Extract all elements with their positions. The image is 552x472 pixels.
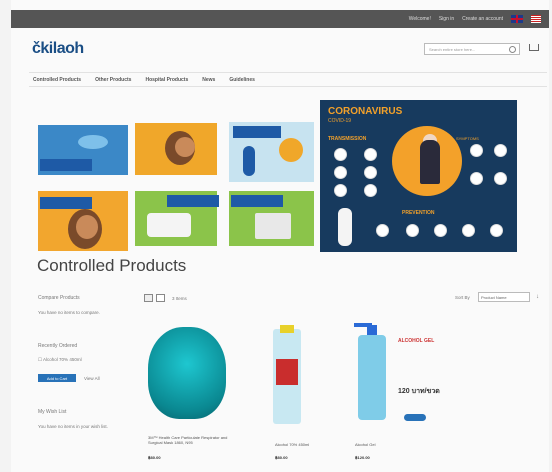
prevention-icon: [434, 224, 447, 237]
page-title: Controlled Products: [37, 256, 187, 275]
compare-title: Compare Products: [38, 295, 80, 301]
poster-transmission: TRANSMISSION: [328, 136, 367, 142]
promo-price: 120 บาท/ขวด: [398, 388, 440, 395]
germ-icon: [279, 138, 303, 162]
transmission-icon: [334, 184, 347, 197]
house-illustration: [255, 213, 291, 239]
add-to-cart-button[interactable]: Add to Cart: [38, 374, 76, 382]
panel-caption: [40, 197, 92, 209]
welcome-text: Welcome!: [408, 16, 431, 22]
panel-caption: [167, 195, 219, 207]
main-nav: Controlled Products Other Products Hospi…: [29, 72, 547, 87]
promo-title: ALCOHOL GEL: [398, 338, 435, 344]
water-illustration: [78, 135, 108, 149]
sort-label: Sort By: [455, 295, 470, 300]
product-price: ฿120.00: [355, 455, 370, 460]
transmission-icon: [364, 148, 377, 161]
sort-direction-icon[interactable]: ↓: [536, 294, 539, 300]
grid-view-icon[interactable]: [144, 294, 153, 302]
create-account-link[interactable]: Create an account: [462, 16, 503, 22]
prevention-icon: [406, 224, 419, 237]
panel-caption: [233, 126, 281, 138]
nav-item-hospital[interactable]: Hospital Products: [145, 77, 188, 83]
transmission-icon: [334, 166, 347, 179]
prevention-icon: [490, 224, 503, 237]
product-image-n95-mask[interactable]: [148, 327, 226, 419]
symptom-icon: [494, 144, 507, 157]
product-price: ฿80.00: [148, 455, 161, 460]
logo-text: čkilaoh: [32, 40, 84, 57]
hygiene-panel-hands: [38, 125, 128, 175]
hygiene-panel-home: [229, 191, 314, 246]
poster-title: CORONAVIRUS: [328, 106, 403, 117]
search-input[interactable]: Search entire store here...: [424, 43, 520, 55]
symptom-icon: [494, 172, 507, 185]
panel-caption: [231, 195, 283, 207]
prevention-icon: [462, 224, 475, 237]
cart-icon[interactable]: [529, 44, 539, 51]
thai-flag-icon[interactable]: [531, 15, 541, 23]
search-icon[interactable]: [509, 46, 516, 53]
transmission-icon: [364, 184, 377, 197]
product-name[interactable]: Alcohol 70% 450ml: [275, 442, 309, 447]
top-bar: Welcome! Sign in Create an account: [11, 10, 549, 28]
transmission-icon: [364, 166, 377, 179]
face-illustration: [175, 137, 195, 157]
transmission-icon: [334, 148, 347, 161]
compare-empty-text: You have no items to compare.: [38, 310, 100, 315]
nav-item-news[interactable]: News: [202, 77, 215, 83]
product-name[interactable]: Alcohol Gel: [355, 442, 375, 447]
symptom-icon: [470, 172, 483, 185]
sign-in-link[interactable]: Sign in: [439, 16, 454, 22]
site-logo[interactable]: čkilaoh: [32, 40, 84, 58]
coronavirus-poster[interactable]: CORONAVIRUS COVID-19 TRANSMISSION SYMPTO…: [320, 100, 517, 252]
nav-item-controlled[interactable]: Controlled Products: [33, 77, 81, 83]
view-all-link[interactable]: View All: [84, 376, 100, 381]
pump-nozzle: [354, 323, 372, 327]
symptom-icon: [470, 144, 483, 157]
hygiene-panel-face: [38, 191, 128, 251]
sick-person-icon: [420, 140, 440, 184]
recently-ordered-title: Recently Ordered: [38, 343, 78, 349]
nav-item-guidelines[interactable]: Guidelines: [229, 77, 255, 83]
wishlist-title: My Wish List: [38, 409, 67, 415]
poster-prevention: PREVENTION: [402, 210, 435, 216]
doctor-icon: [338, 208, 352, 246]
hygiene-panel-cough: [135, 123, 217, 175]
item-count: 3 Items: [172, 296, 187, 301]
list-view-icon[interactable]: [156, 294, 165, 302]
product-name[interactable]: 3M™ Health Care Particulate Respirator a…: [148, 435, 238, 445]
promo-badge: [404, 414, 426, 421]
wishlist-empty-text: You have no items in your wish list.: [38, 424, 108, 429]
face-illustration: [76, 215, 98, 239]
recently-ordered-item[interactable]: ☐ Alcohol 70% 450ml: [38, 357, 82, 363]
bottle-label: [276, 359, 298, 385]
poster-symptoms: SYMPTOMS: [456, 136, 479, 141]
hygiene-panel-clean: [135, 191, 219, 246]
ordered-item-label: Alcohol 70% 450ml: [43, 357, 82, 362]
person-illustration: [243, 146, 255, 176]
spray-illustration: [147, 213, 191, 237]
sort-select[interactable]: Product Name: [478, 292, 530, 302]
bottle-cap: [280, 325, 294, 333]
product-image-alcohol-gel[interactable]: [354, 323, 386, 420]
nav-item-other[interactable]: Other Products: [95, 77, 131, 83]
hygiene-panel-distance: [229, 122, 314, 182]
panel-caption: [40, 159, 92, 171]
poster-subtitle: COVID-19: [328, 118, 352, 124]
uk-flag-icon[interactable]: [511, 15, 523, 23]
product-image-alcohol-bottle[interactable]: [273, 325, 301, 424]
product-price: ฿80.00: [275, 455, 288, 460]
prevention-icon: [376, 224, 389, 237]
